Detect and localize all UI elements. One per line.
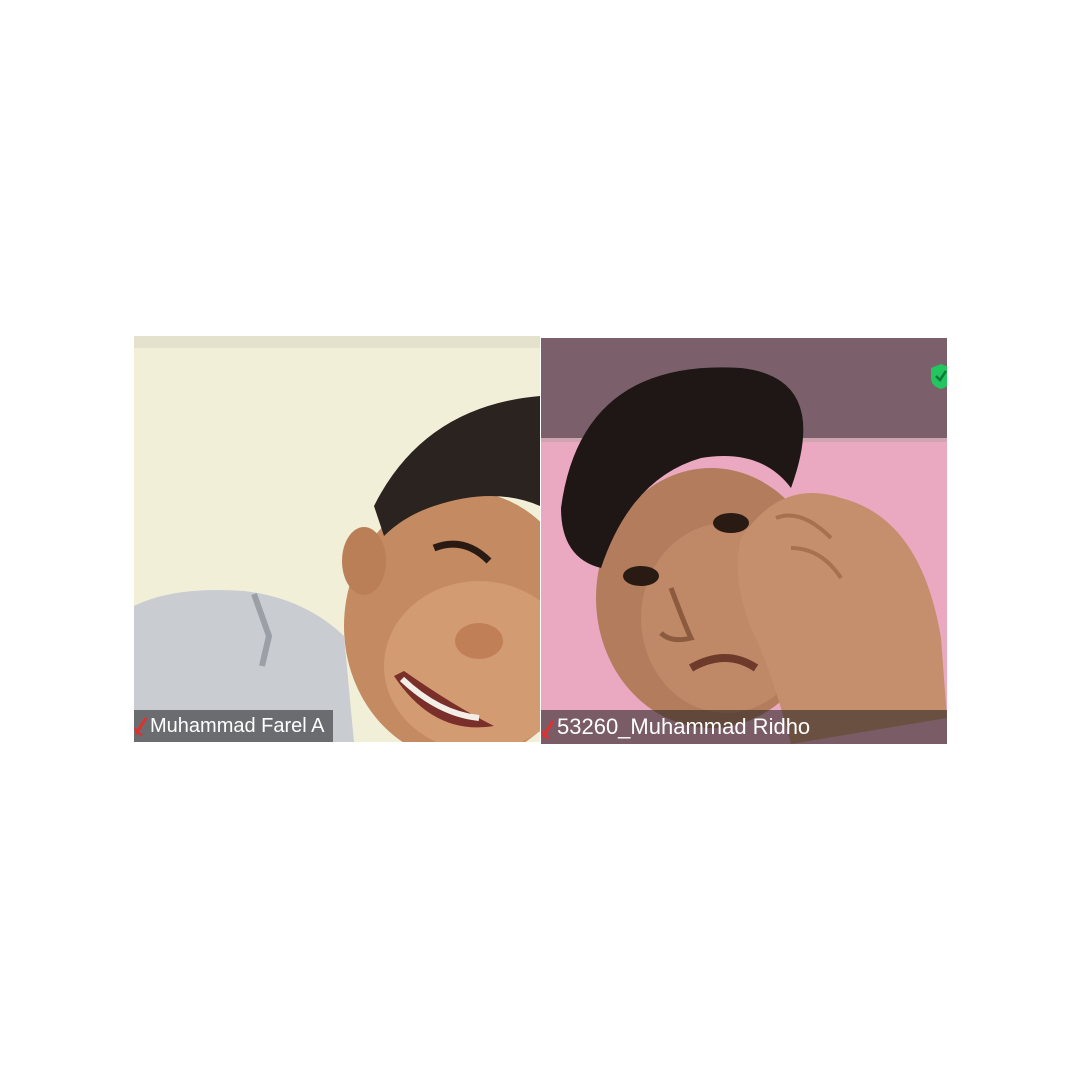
participant-tile[interactable]: 53260_Muhammad Ridho xyxy=(541,338,947,744)
participant-name: Muhammad Farel A xyxy=(150,714,325,737)
participant-name-bar: Muhammad Farel A xyxy=(134,710,333,742)
video-feed xyxy=(134,336,540,742)
participant-name: 53260_Muhammad Ridho xyxy=(557,714,811,739)
video-feed xyxy=(541,338,947,744)
participant-name-bar: 53260_Muhammad Ridho xyxy=(541,710,947,744)
muted-mic-icon xyxy=(541,720,555,739)
active-speaker-shield-icon xyxy=(931,364,947,389)
video-grid: Muhammad Farel A 53260_Muhammad Ridho xyxy=(0,0,1080,1080)
participant-tile[interactable]: Muhammad Farel A xyxy=(134,336,540,742)
muted-mic-icon xyxy=(134,717,148,737)
